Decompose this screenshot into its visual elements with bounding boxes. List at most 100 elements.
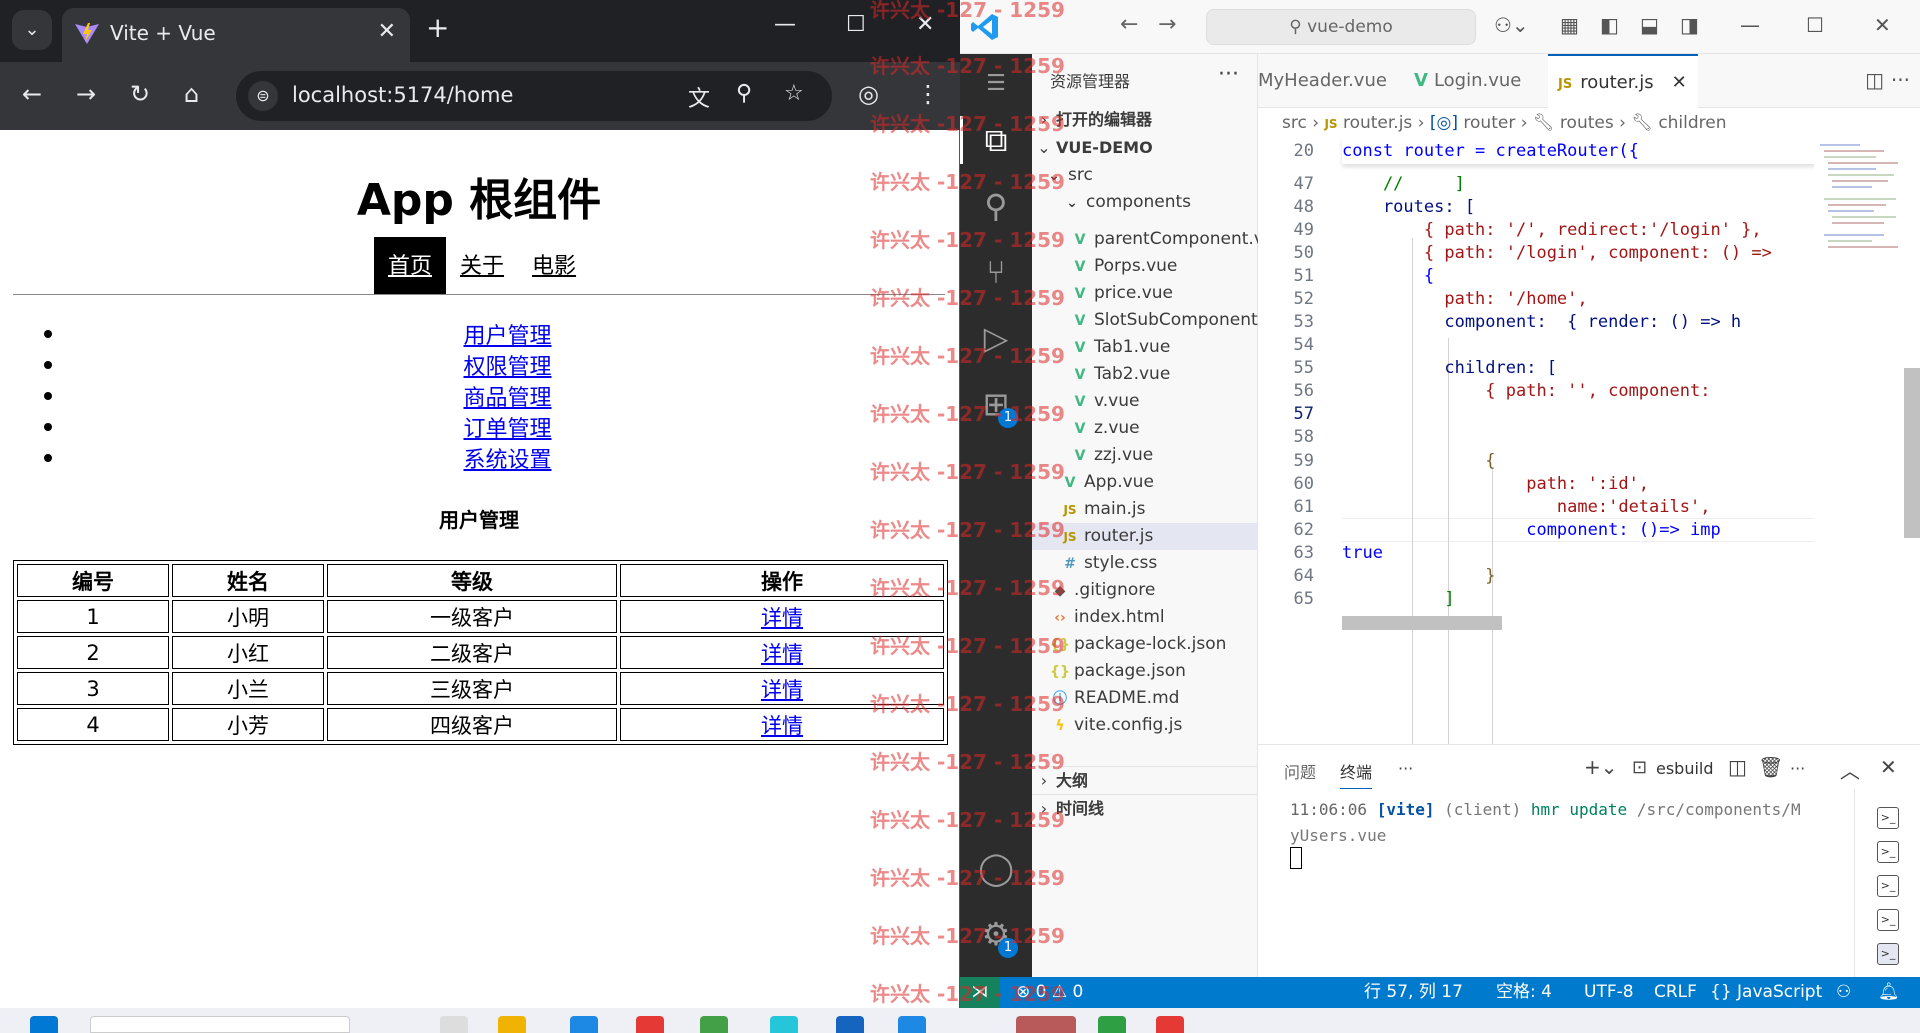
address-url[interactable]: localhost:5174/home bbox=[292, 83, 513, 107]
cursor-position[interactable]: 行 57, 列 17 bbox=[1364, 977, 1463, 1008]
breadcrumb-item[interactable]: router.js bbox=[1343, 113, 1412, 133]
file-row[interactable]: V Tab1.vue bbox=[1032, 334, 1258, 361]
problems-status[interactable]: ⊗ 0 ⚠ 0 bbox=[1016, 977, 1083, 1008]
toggle-secondary-sidebar-icon[interactable]: ◨ bbox=[1680, 13, 1699, 37]
details-link[interactable]: 详情 bbox=[761, 642, 803, 666]
maximize-button[interactable]: ☐ bbox=[1806, 13, 1824, 37]
terminal-instance-icon[interactable]: >_ bbox=[1877, 943, 1899, 965]
more-actions-icon[interactable]: ··· bbox=[1891, 68, 1910, 92]
horizontal-scrollbar[interactable] bbox=[1342, 616, 1502, 630]
search-icon[interactable]: ⚲ bbox=[978, 188, 1014, 224]
reload-icon[interactable]: ↻ bbox=[130, 80, 150, 108]
taskbar-app-icon[interactable] bbox=[770, 1016, 798, 1033]
copilot-icon[interactable]: ⚇⌄ bbox=[1494, 13, 1529, 37]
tab-terminal[interactable]: 终端 bbox=[1340, 759, 1373, 789]
taskbar-app-icon[interactable] bbox=[636, 1016, 664, 1033]
nav-link-about[interactable]: 关于 bbox=[446, 237, 518, 295]
home-icon[interactable]: ⌂ bbox=[184, 80, 199, 108]
file-row[interactable]: {} package.json bbox=[1032, 658, 1258, 685]
breadcrumb-item[interactable]: router bbox=[1463, 113, 1515, 133]
source-control-icon[interactable]: ⑂ bbox=[978, 254, 1014, 290]
terminal-instance-icon[interactable]: >_ bbox=[1877, 909, 1899, 931]
terminal-instance-icon[interactable]: >_ bbox=[1877, 807, 1899, 829]
vertical-scrollbar[interactable] bbox=[1904, 368, 1920, 538]
language-mode[interactable]: {} JavaScript bbox=[1710, 977, 1822, 1008]
split-terminal-icon[interactable]: ◫ bbox=[1728, 755, 1747, 779]
project-section[interactable]: ⌄ VUE-DEMO bbox=[1032, 134, 1258, 162]
nav-forward-icon[interactable]: → bbox=[1158, 12, 1176, 37]
indentation[interactable]: 空格: 4 bbox=[1496, 977, 1552, 1008]
terminal-instance-icon[interactable]: >_ bbox=[1877, 841, 1899, 863]
editor-tab[interactable]: MyHeader.vue bbox=[1258, 54, 1398, 108]
command-center-search[interactable]: ⚲ vue-demo bbox=[1206, 9, 1476, 45]
split-editor-icon[interactable]: ◫ bbox=[1865, 68, 1884, 92]
file-row[interactable]: Vz.vue bbox=[1032, 415, 1258, 442]
details-link[interactable]: 详情 bbox=[761, 714, 803, 738]
open-editors-section[interactable]: › 打开的编辑器 bbox=[1032, 106, 1258, 134]
address-bar[interactable]: ⊜ localhost:5174/home 文 ⚲ ☆ bbox=[236, 71, 832, 121]
more-actions-icon[interactable]: ··· bbox=[1398, 759, 1413, 778]
maximize-button[interactable]: ☐ bbox=[846, 12, 866, 37]
trash-icon[interactable]: 🗑︎ bbox=[1758, 755, 1783, 779]
bookmark-star-icon[interactable]: ☆ bbox=[784, 81, 804, 106]
file-row[interactable]: Vv.vue bbox=[1032, 388, 1258, 415]
account-icon[interactable]: ◯ bbox=[978, 850, 1014, 886]
details-link[interactable]: 详情 bbox=[761, 678, 803, 702]
copilot-status-icon[interactable]: ⚇ bbox=[1836, 977, 1851, 1008]
folder-src[interactable]: ⌄ src bbox=[1032, 162, 1258, 189]
new-terminal-icon[interactable]: +⌄ bbox=[1584, 755, 1618, 779]
file-row[interactable]: V Tab2.vue bbox=[1032, 361, 1258, 388]
taskbar-app-icon[interactable] bbox=[700, 1016, 728, 1033]
back-icon[interactable]: ← bbox=[22, 80, 42, 108]
run-debug-icon[interactable]: ▷ bbox=[978, 320, 1014, 356]
profile-icon[interactable]: ◎ bbox=[858, 80, 879, 108]
editor-tab[interactable]: V Login.vue bbox=[1404, 54, 1542, 108]
remote-icon[interactable]: ⋊ bbox=[960, 977, 1000, 1008]
folder-icon[interactable] bbox=[498, 1016, 526, 1033]
close-panel-icon[interactable]: ✕ bbox=[1880, 755, 1897, 779]
code-editor[interactable]: 20 const router = createRouter({ 47 // ]… bbox=[1258, 138, 1838, 744]
line-ending[interactable]: CRLF bbox=[1654, 977, 1697, 1008]
close-tab-icon[interactable]: ✕ bbox=[378, 19, 396, 44]
file-row[interactable]: V App.vue bbox=[1032, 469, 1258, 496]
editor-tab-active[interactable]: JS router.js ✕ bbox=[1548, 54, 1698, 108]
folder-components[interactable]: ⌄ components bbox=[1032, 189, 1258, 216]
close-window-button[interactable]: ✕ bbox=[1874, 13, 1891, 37]
menu-link-products[interactable]: 商品管理 bbox=[463, 385, 551, 410]
menu-link-users[interactable]: 用户管理 bbox=[463, 323, 551, 348]
breadcrumb-item[interactable]: children bbox=[1658, 113, 1726, 133]
translate-icon[interactable]: 文 bbox=[688, 81, 710, 113]
menu-icon[interactable]: ☰ bbox=[978, 66, 1014, 102]
tab-problems[interactable]: 问题 bbox=[1284, 759, 1316, 783]
terminal-instance-icon[interactable]: >_ bbox=[1877, 875, 1899, 897]
nav-link-home[interactable]: 首页 bbox=[374, 237, 447, 295]
file-row[interactable]: Vprice.vue bbox=[1032, 280, 1258, 307]
toggle-panel-icon[interactable]: ⬓ bbox=[1640, 13, 1659, 37]
timeline-section[interactable]: › 时间线 bbox=[1032, 794, 1258, 822]
explorer-icon[interactable]: ⧉ bbox=[978, 122, 1014, 158]
terminal-name[interactable]: esbuild bbox=[1656, 759, 1714, 778]
tab-search-icon[interactable]: ⌄ bbox=[12, 10, 52, 50]
file-row[interactable]: ϟ vite.config.js bbox=[1032, 712, 1258, 739]
site-info-icon[interactable]: ⊜ bbox=[248, 81, 278, 111]
close-tab-icon[interactable]: ✕ bbox=[1672, 72, 1687, 93]
more-actions-icon[interactable]: ··· bbox=[1790, 759, 1805, 778]
file-row[interactable]: ⓘ README.md bbox=[1032, 685, 1258, 712]
maximize-panel-icon[interactable]: ︿ bbox=[1840, 755, 1860, 784]
file-row-selected[interactable]: JS router.js bbox=[1032, 523, 1258, 550]
toggle-sidebar-icon[interactable]: ◧ bbox=[1600, 13, 1619, 37]
file-row[interactable]: V Porps.vue bbox=[1032, 253, 1258, 280]
browser-tab[interactable]: Vite + Vue ✕ bbox=[62, 8, 410, 62]
taskbar-app-icon[interactable] bbox=[1016, 1016, 1076, 1033]
file-row[interactable]: ‹› index.html bbox=[1032, 604, 1258, 631]
zoom-icon[interactable]: ⚲ bbox=[736, 81, 752, 106]
encoding[interactable]: UTF-8 bbox=[1584, 977, 1634, 1008]
file-row[interactable]: # style.css bbox=[1032, 550, 1258, 577]
file-row[interactable]: JS main.js bbox=[1032, 496, 1258, 523]
start-icon[interactable] bbox=[30, 1016, 58, 1033]
file-row[interactable]: ◆ .gitignore bbox=[1032, 577, 1258, 604]
more-actions-icon[interactable]: ··· bbox=[1218, 62, 1239, 87]
vscode-taskbar-icon[interactable] bbox=[898, 1016, 926, 1033]
taskbar-app-icon[interactable] bbox=[1098, 1016, 1126, 1033]
menu-link-settings[interactable]: 系统设置 bbox=[463, 447, 551, 472]
